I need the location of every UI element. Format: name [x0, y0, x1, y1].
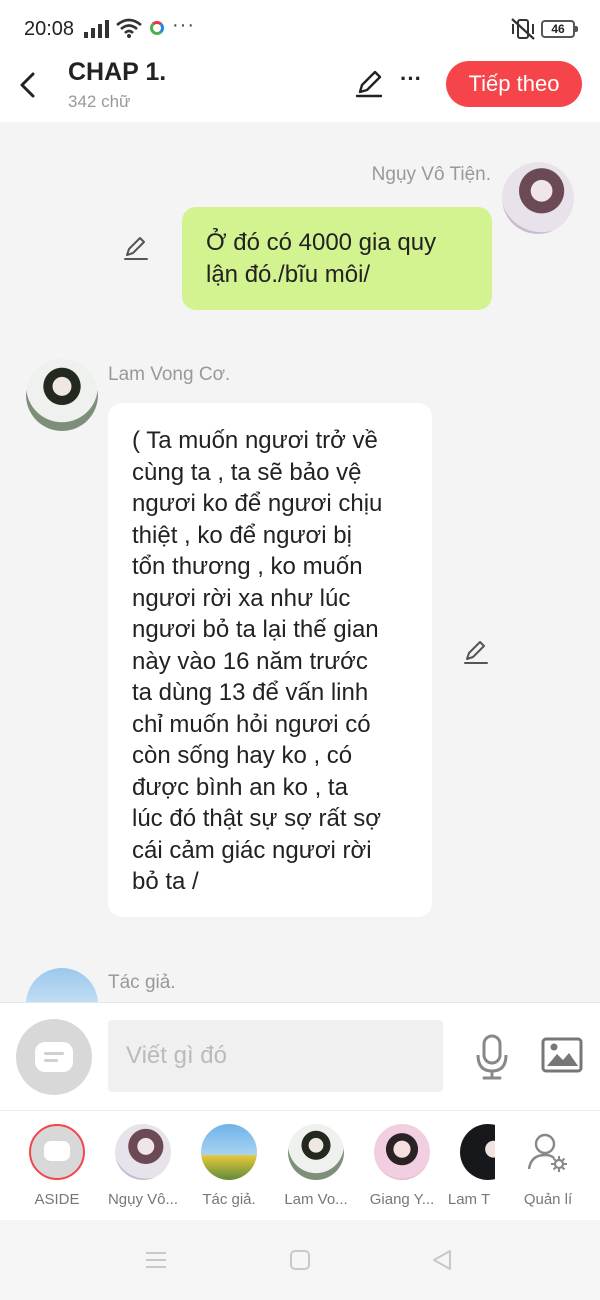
character-label: ASIDE — [34, 1191, 80, 1208]
next-button[interactable]: Tiếp theo — [446, 61, 582, 107]
chapter-header: CHAP 1. 342 chữ ··· Tiếp theo — [0, 58, 600, 122]
character-aside[interactable]: ASIDE — [12, 1111, 102, 1221]
avatar[interactable] — [26, 359, 98, 431]
character-avatar — [201, 1124, 257, 1180]
message-line: ( Ta muốn ngươi trở về — [132, 427, 378, 454]
user-settings-icon — [527, 1133, 567, 1172]
character-label: Ngụy Vô... — [107, 1191, 179, 1208]
message-line: Ở đó có 4000 gia quy — [206, 229, 437, 256]
message-line: ngươi bỏ ta lại thế gian — [132, 616, 379, 643]
message-input[interactable] — [108, 1020, 443, 1092]
message-line: tổn thương , ko muốn — [132, 553, 363, 580]
avatar[interactable] — [502, 162, 574, 234]
character-avatar — [374, 1124, 430, 1180]
character-item[interactable]: Lam T — [443, 1111, 495, 1221]
status-bar: 20:08 ··· 46 — [0, 0, 600, 60]
character-label: Tác giả. — [202, 1191, 256, 1208]
speaker-name: Tác giả. — [108, 972, 176, 993]
signal-icon — [84, 20, 109, 38]
message-line: lúc đó thật sự sợ rất sợ — [132, 805, 381, 832]
message-line: thiệt , ko để ngươi bị — [132, 521, 352, 549]
more-notifications-icon: ··· — [172, 14, 195, 36]
message-line: cái cảm giác ngươi rời — [132, 836, 372, 864]
edit-message-icon[interactable] — [122, 234, 150, 262]
word-count: 342 chữ — [68, 92, 131, 111]
message-line: ngươi rời xa như lúc — [132, 584, 351, 612]
vibrate-off-icon — [511, 18, 535, 40]
message-line: lận đó./bĩu môi/ — [206, 260, 371, 288]
character-avatar — [115, 1124, 171, 1180]
composer-bar — [0, 1002, 600, 1110]
aside-avatar — [29, 1124, 85, 1180]
character-item[interactable]: Ngụy Vô... — [98, 1111, 188, 1221]
message-line: chỉ muốn hỏi ngươi có — [132, 710, 371, 738]
message-line: ta dùng 13 để vấn linh — [132, 679, 369, 706]
avatar[interactable] — [26, 968, 98, 1002]
wifi-icon — [116, 18, 142, 38]
character-label: Lam Vo... — [284, 1191, 348, 1208]
speaker-name: Ngụy Vô Tiện. — [371, 164, 491, 185]
speaker-name: Lam Vong Cơ. — [108, 364, 231, 385]
message-bubble[interactable]: ( Ta muốn ngươi trở về cùng ta , ta sẽ b… — [108, 403, 432, 917]
chat-area[interactable]: Ngụy Vô Tiện. Ở đó có 4000 gia quy lận đ… — [0, 122, 600, 1002]
back-arrow-icon[interactable] — [14, 68, 44, 102]
character-label: Quản lí — [523, 1191, 573, 1208]
back-nav-icon[interactable] — [431, 1249, 453, 1271]
message-line: ngươi ko để ngươi chịu — [132, 490, 383, 517]
chapter-title: CHAP 1. — [68, 58, 167, 86]
home-nav-icon[interactable] — [289, 1249, 311, 1271]
more-options-icon[interactable]: ··· — [400, 64, 428, 94]
character-bar: ASIDE Ngụy Vô... Tác giả. Lam Vo... Gian… — [0, 1110, 600, 1220]
character-manage[interactable]: Quản lí — [503, 1111, 593, 1221]
message-line: được bình an ko , ta — [132, 773, 348, 801]
system-nav-bar — [0, 1220, 600, 1300]
message-line: bỏ ta / — [132, 868, 199, 895]
character-item[interactable]: Lam Vo... — [271, 1111, 361, 1221]
microphone-icon[interactable] — [474, 1033, 510, 1081]
app-screen: 20:08 ··· 46 CHAP 1. 342 chữ ··· Tiếp th… — [0, 0, 600, 1300]
message-bubble[interactable]: Ở đó có 4000 gia quy lận đó./bĩu môi/ — [182, 207, 492, 310]
message-line: này vào 16 năm trước — [132, 647, 368, 675]
message-line: còn sống hay ko , có — [132, 742, 353, 769]
menu-nav-icon[interactable] — [145, 1250, 167, 1270]
image-icon[interactable] — [541, 1037, 583, 1073]
status-time: 20:08 — [24, 18, 75, 40]
character-label: Lam T — [447, 1191, 491, 1208]
character-avatar — [288, 1124, 344, 1180]
aside-toggle-button[interactable] — [16, 1019, 92, 1095]
character-label: Giang Y... — [369, 1191, 435, 1208]
battery-indicator: 46 — [541, 20, 578, 38]
message-icon — [35, 1042, 73, 1072]
app-notification-icon — [150, 21, 164, 35]
edit-message-icon[interactable] — [462, 638, 490, 666]
message-line: cùng ta , ta sẽ bảo vệ — [132, 458, 362, 486]
character-item[interactable]: Giang Y... — [357, 1111, 447, 1221]
character-item[interactable]: Tác giả. — [184, 1111, 274, 1221]
character-avatar — [460, 1124, 495, 1180]
message-icon — [44, 1141, 70, 1161]
edit-pen-icon[interactable] — [354, 68, 384, 98]
